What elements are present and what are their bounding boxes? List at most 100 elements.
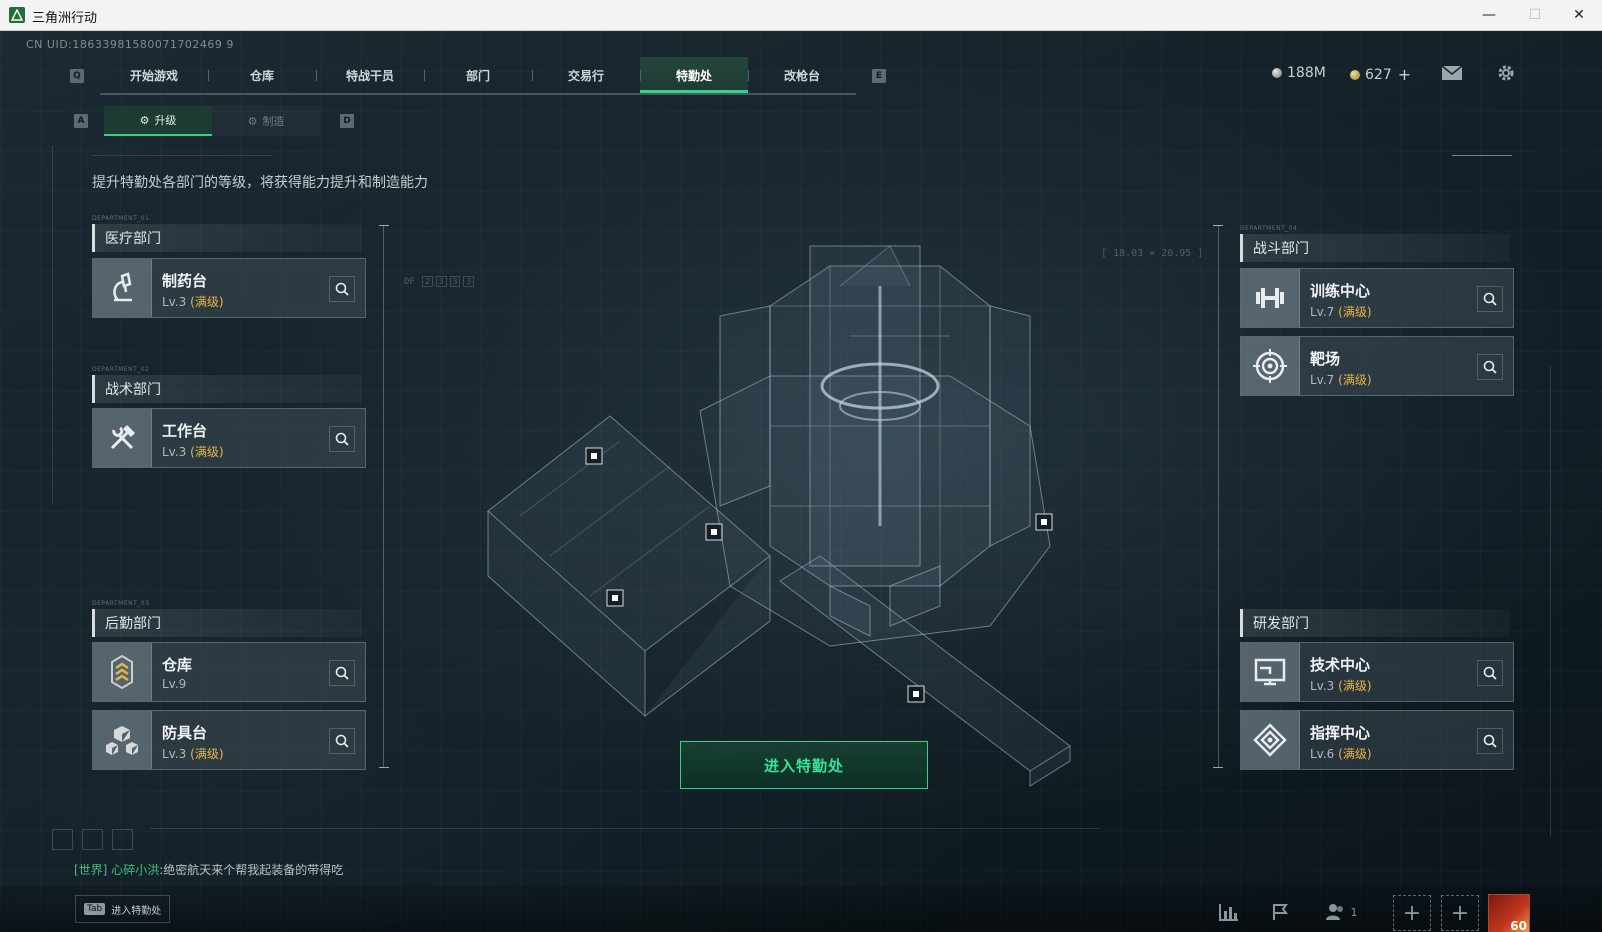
facility-name: 指挥中心 [1310,724,1371,742]
df-digit: 2 [422,276,433,287]
level-value: Lv.6 [1310,747,1335,761]
facility-level: Lv.3 (满级) [1310,677,1372,694]
search-icon[interactable] [1477,354,1503,380]
hud-line-right [1550,366,1551,836]
gold-coin-icon [1350,69,1360,80]
search-icon[interactable] [1477,660,1503,686]
df-digit-row: 2 3 3 3 [422,276,475,287]
base-wireframe-model[interactable] [470,226,1110,806]
tab-trade[interactable]: 交易行 [532,57,640,93]
hud-line-left [52,146,53,504]
tab-start-game[interactable]: 开始游戏 [100,57,208,93]
search-icon[interactable] [329,660,355,686]
dept-tag-combat: DEPARTMENT_04 [1240,225,1298,232]
hud-line-top-right [1452,155,1512,156]
maximize-button[interactable]: ☐ [1512,3,1558,27]
minimap-slots [52,829,133,850]
tab-key: Tab [84,903,106,915]
facility-card-command-center[interactable]: 指挥中心 Lv.6 (满级) [1240,710,1514,770]
add-squad-slot-2[interactable]: + [1441,895,1479,931]
upgrade-gear-icon: ⚙ [139,113,150,127]
dept-label-medical: 医疗部门 [92,224,362,252]
max-level-badge: (满级) [1338,373,1372,387]
tab-operators[interactable]: 特战干员 [316,57,424,93]
enter-special-ops-button[interactable]: 进入特勤处 [680,741,928,789]
slot-square [82,829,103,850]
subtab-upgrade-label: 升级 [154,114,177,127]
facility-card-tech-center[interactable]: 技术中心 Lv.3 (满级) [1240,642,1514,702]
add-coins-button[interactable]: + [1398,65,1411,84]
tab-hint-label: 进入特勤处 [111,905,162,917]
search-icon[interactable] [329,276,355,302]
friends-icon [1325,904,1343,920]
chat-message: :绝密航天来个帮我起装备的带得吃 [159,863,344,877]
facility-level: Lv.7 (满级) [1310,371,1372,388]
search-icon[interactable] [1477,728,1503,754]
facility-card-armor-bench[interactable]: 防具台 Lv.3 (满级) [92,710,366,770]
microscope-icon [93,259,152,317]
mail-icon[interactable] [1440,63,1464,83]
facility-card-shooting-range[interactable]: 靶场 Lv.7 (满级) [1240,336,1514,396]
player-avatar[interactable]: 60 [1488,894,1530,932]
chat-line[interactable]: [世界] 心碎小洪:绝密航天来个帮我起装备的带得吃 [74,861,343,878]
level-value: Lv.3 [1310,679,1335,693]
search-icon[interactable] [1477,286,1503,312]
left-bracket [383,225,384,767]
enter-button-label: 进入特勤处 [763,756,844,775]
facility-level: Lv.6 (满级) [1310,745,1372,762]
friends-button[interactable]: 1 [1318,897,1364,927]
chat-channel: [世界] [74,863,108,877]
nav-tabs: 开始游戏 仓库 特战干员 部门 交易行 特勤处 改枪台 [100,57,856,95]
tab-special-ops[interactable]: 特勤处 [640,57,748,93]
subtabs: A ⚙ 升级 ⚙ 制造 D [74,106,354,136]
rank-chevrons-icon [93,643,152,701]
hammer-wrench-icon [93,409,152,467]
left-bracket-cap-top [379,225,389,226]
facility-card-pharmacy[interactable]: 制药台 Lv.3 (满级) [92,258,366,318]
money-display: 188M [1272,65,1326,81]
facility-name: 工作台 [162,422,208,440]
subtab-key-a: A [74,114,88,128]
facility-level: Lv.7 (满级) [1310,303,1372,320]
tab-departments[interactable]: 部门 [424,57,532,93]
add-squad-slot-1[interactable]: + [1393,895,1431,931]
max-level-badge: (满级) [190,445,224,459]
left-bracket-cap-bottom [379,767,389,768]
player-level: 60 [1510,919,1527,932]
stats-chart-icon[interactable] [1214,897,1244,927]
facility-name: 制药台 [162,272,208,290]
search-icon[interactable] [329,426,355,452]
tab-gunsmith[interactable]: 改枪台 [748,57,856,93]
minimize-button[interactable]: — [1466,3,1512,27]
max-level-badge: (满级) [190,295,224,309]
facility-card-storage[interactable]: 仓库 Lv.9 [92,642,366,702]
settings-gear-icon[interactable] [1494,63,1518,83]
coins-display: 627 + [1350,65,1411,84]
search-icon[interactable] [329,728,355,754]
df-digit: 3 [435,276,447,287]
window-title: 三角洲行动 [32,11,98,26]
slot-square [112,829,133,850]
subtab-upgrade[interactable]: ⚙ 升级 [104,106,212,136]
facility-level: Lv.3 (满级) [162,745,224,762]
facility-name: 防具台 [162,724,208,742]
chat-user: 心碎小洪 [111,863,160,877]
page-subtitle: 提升特勤处各部门的等级，将获得能力提升和制造能力 [92,175,428,191]
app-logo-icon [9,7,25,23]
facility-card-training-center[interactable]: 训练中心 Lv.7 (满级) [1240,268,1514,328]
dept-label-combat: 战斗部门 [1240,234,1510,262]
facility-card-workbench[interactable]: 工作台 Lv.3 (满级) [92,408,366,468]
nav-key-q: Q [70,69,84,83]
close-button[interactable]: ✕ [1556,3,1602,27]
level-value: Lv.7 [1310,373,1335,387]
right-bracket [1218,225,1219,767]
tab-enter-hint[interactable]: Tab 进入特勤处 [75,895,171,923]
tab-warehouse[interactable]: 仓库 [208,57,316,93]
facility-name: 靶场 [1310,350,1341,368]
subtab-craft[interactable]: ⚙ 制造 [212,106,320,136]
level-value: Lv.3 [162,445,187,459]
flag-icon[interactable] [1265,897,1295,927]
player-uid: CN UID:18633981580071702469 9 [26,38,234,51]
level-value: Lv.3 [162,295,187,309]
nav-key-e: E [872,69,886,83]
